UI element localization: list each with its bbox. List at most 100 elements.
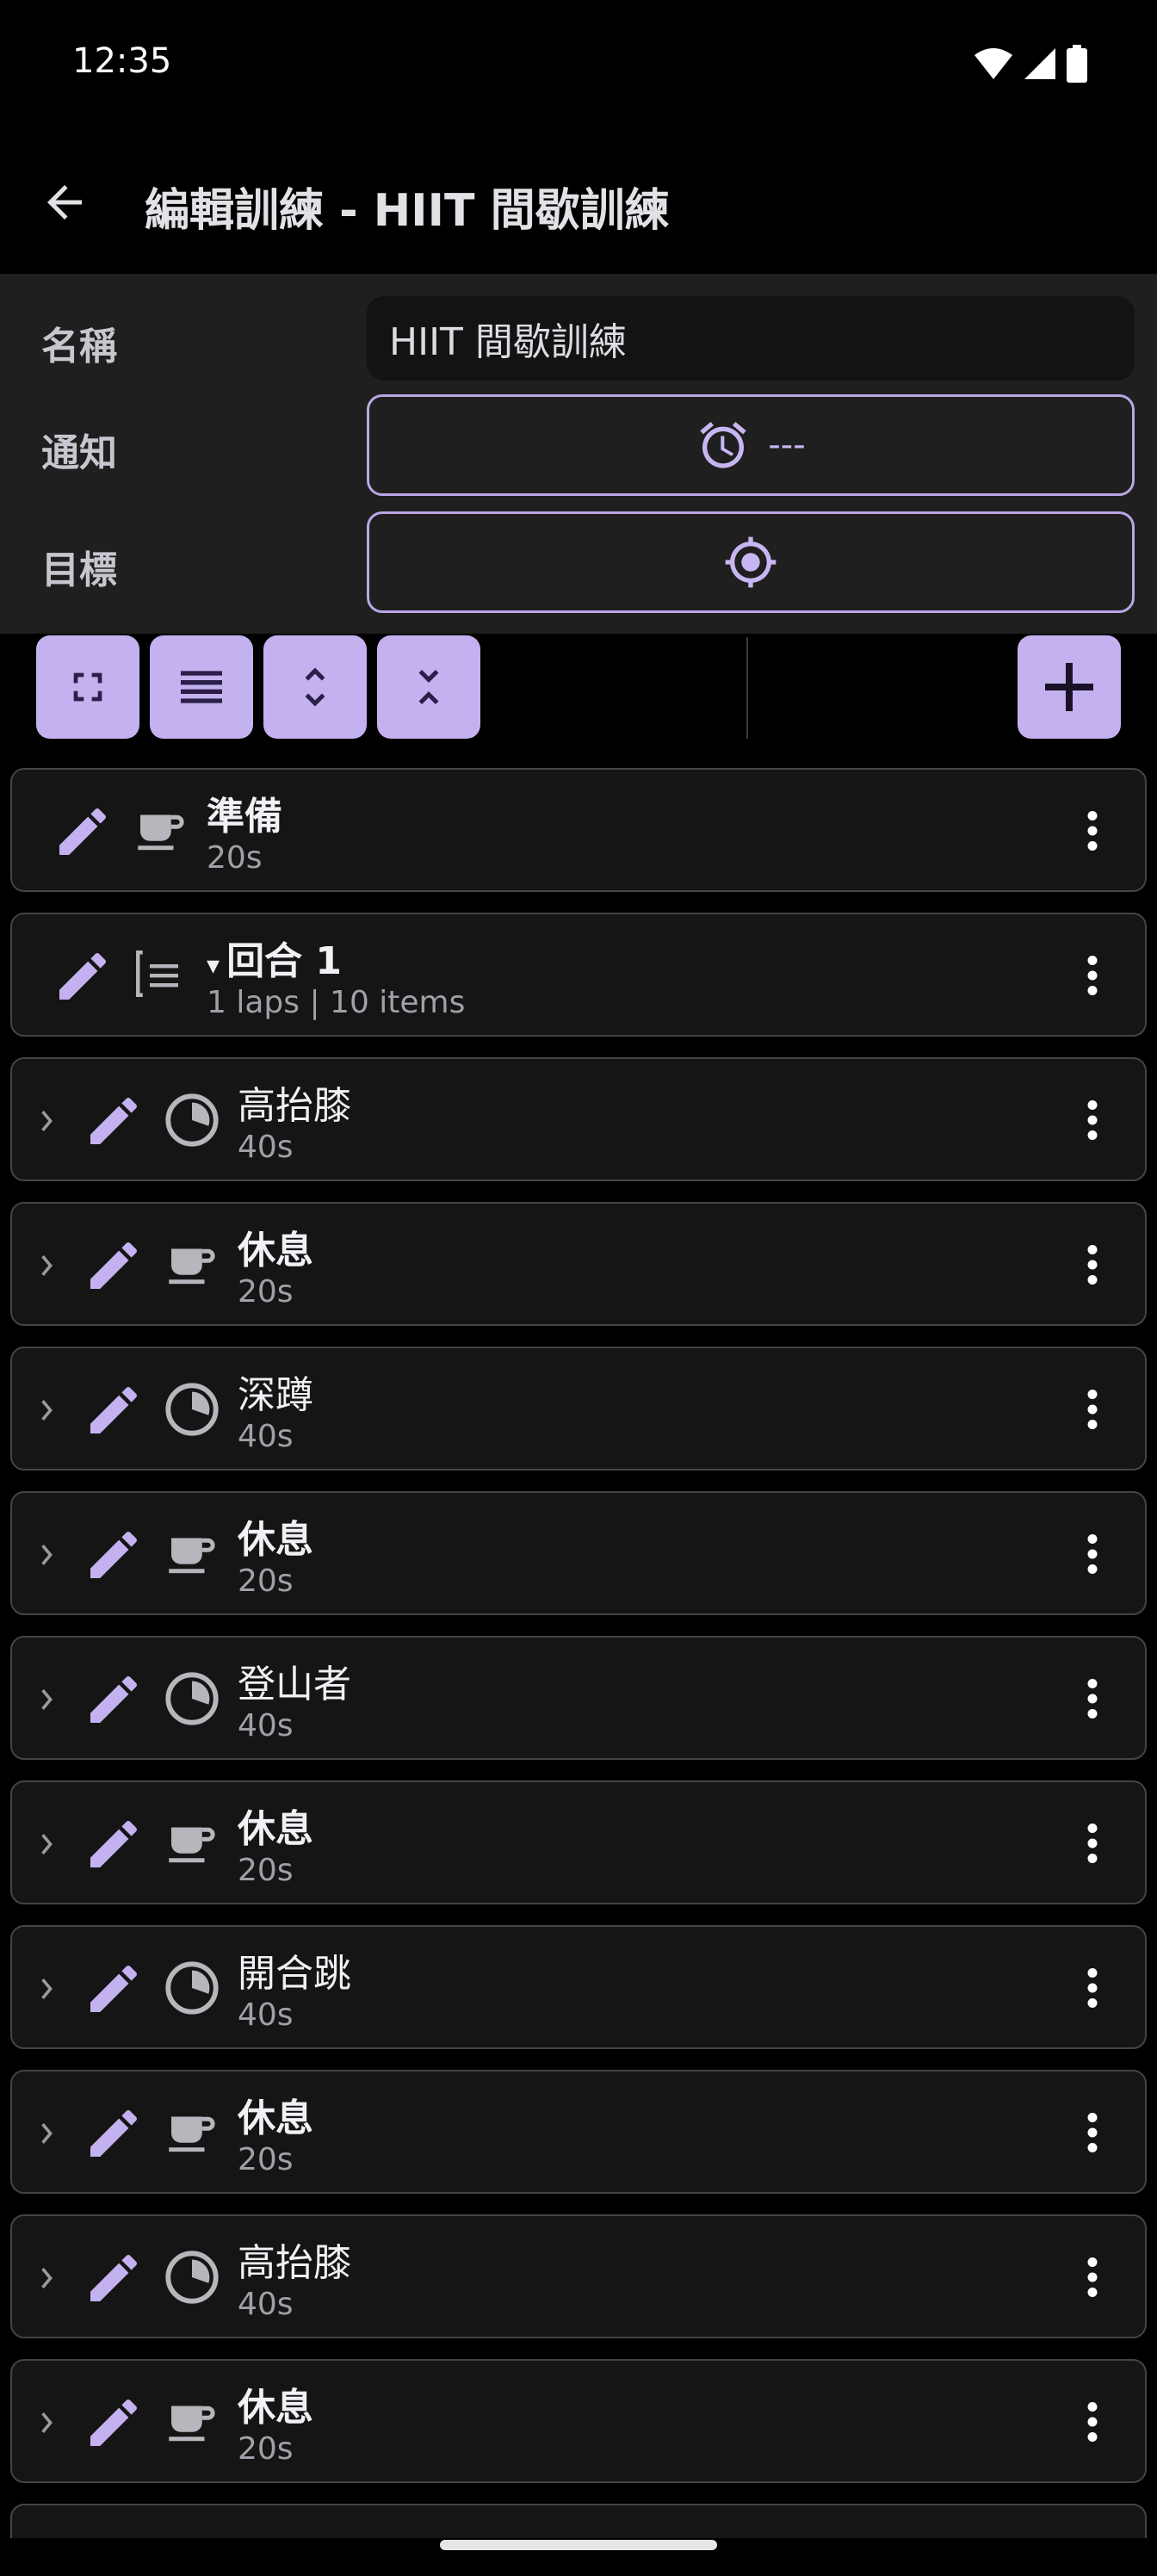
plus-icon	[1045, 663, 1093, 711]
pie-timer-icon	[162, 2247, 222, 2311]
list-item[interactable]	[10, 2504, 1147, 2538]
collapse-all-button[interactable]	[377, 635, 480, 739]
list-item[interactable]: 開合跳 40s	[10, 1925, 1147, 2049]
item-title: 開合跳	[238, 1942, 351, 1997]
item-title: 登山者	[238, 1653, 351, 1708]
status-icons	[973, 45, 1088, 83]
chevron-right-icon[interactable]	[38, 1539, 57, 1574]
chevron-right-icon[interactable]	[38, 2263, 57, 2297]
unfold-less-icon	[418, 670, 439, 704]
more-vert-icon[interactable]	[1062, 945, 1123, 1006]
item-title: 休息	[238, 1219, 313, 1274]
item-subtitle: 20s	[238, 2142, 294, 2177]
item-subtitle: 40s	[238, 1419, 294, 1454]
reorder-button[interactable]	[150, 635, 253, 739]
edit-pencil-icon[interactable]	[83, 2392, 145, 2457]
chevron-right-icon[interactable]	[38, 2407, 57, 2442]
item-title-text: 休息	[238, 1518, 313, 1562]
chevron-right-icon[interactable]	[38, 2118, 57, 2152]
list-icon	[131, 945, 188, 1006]
name-label: 名稱	[41, 325, 117, 368]
edit-pencil-icon[interactable]	[52, 801, 114, 866]
back-button[interactable]	[26, 164, 103, 241]
edit-pencil-icon[interactable]	[52, 945, 114, 1011]
item-title: 準備	[207, 785, 282, 840]
item-title-text: 開合跳	[238, 1952, 351, 1996]
name-input[interactable]: HIIT 間歇訓練	[367, 296, 1135, 381]
chevron-right-icon[interactable]	[38, 1395, 57, 1429]
pie-timer-icon	[162, 1669, 222, 1732]
status-bar: 12:35	[0, 0, 1157, 129]
crosshair-icon	[725, 536, 776, 588]
more-vert-icon[interactable]	[1062, 1669, 1123, 1729]
item-title-text: 休息	[238, 2096, 313, 2140]
item-title: 深蹲	[238, 1364, 313, 1419]
target-button[interactable]	[367, 511, 1135, 613]
more-vert-icon[interactable]	[1062, 1813, 1123, 1873]
arrow-back-icon	[47, 185, 82, 220]
coffee-cup-icon	[131, 801, 188, 861]
chevron-right-icon[interactable]	[38, 1250, 57, 1285]
chevron-right-icon[interactable]	[38, 1684, 57, 1718]
expanded-marker-icon: ▾	[207, 951, 220, 981]
alarm-icon	[700, 421, 747, 468]
status-time: 12:35	[72, 41, 172, 81]
edit-pencil-icon[interactable]	[83, 1813, 145, 1879]
more-vert-icon[interactable]	[1062, 1235, 1123, 1295]
page-title: 編輯訓練 - HIIT 間歇訓練	[145, 185, 670, 237]
workout-form: 名稱 HIIT 間歇訓練 通知 --- 目標	[0, 274, 1157, 634]
list-item[interactable]: 休息 20s	[10, 1780, 1147, 1904]
more-vert-icon[interactable]	[1062, 1090, 1123, 1150]
item-title-text: 深蹲	[238, 1373, 313, 1417]
notify-button[interactable]: ---	[367, 394, 1135, 496]
home-indicator[interactable]	[440, 2540, 717, 2550]
item-subtitle: 40s	[238, 1708, 294, 1743]
edit-pencil-icon[interactable]	[83, 1524, 145, 1589]
edit-pencil-icon[interactable]	[83, 2247, 145, 2313]
list-item[interactable]: 休息 20s	[10, 2359, 1147, 2483]
list-item[interactable]: 準備 20s	[10, 768, 1147, 892]
reorder-icon	[181, 671, 222, 703]
list-item[interactable]: 深蹲 40s	[10, 1347, 1147, 1471]
list-item[interactable]: 高抬膝 40s	[10, 2214, 1147, 2338]
more-vert-icon[interactable]	[1062, 1379, 1123, 1440]
edit-pencil-icon[interactable]	[83, 1669, 145, 1734]
more-vert-icon[interactable]	[1062, 2102, 1123, 2163]
more-vert-icon[interactable]	[1062, 1958, 1123, 2018]
coffee-cup-icon	[162, 1235, 219, 1295]
pie-timer-icon	[162, 1379, 222, 1443]
toolbar-divider	[746, 637, 748, 739]
item-title-text: 休息	[238, 1229, 313, 1273]
chevron-right-icon[interactable]	[38, 1973, 57, 2008]
item-subtitle: 40s	[238, 1130, 294, 1165]
item-subtitle: 20s	[238, 1274, 294, 1310]
coffee-cup-icon	[162, 1524, 219, 1584]
edit-pencil-icon[interactable]	[83, 1090, 145, 1155]
item-title-text: 休息	[238, 2386, 313, 2430]
fullscreen-button[interactable]	[36, 635, 139, 739]
list-item[interactable]: 高抬膝 40s	[10, 1057, 1147, 1181]
list-item[interactable]: 休息 20s	[10, 1202, 1147, 1326]
more-vert-icon[interactable]	[1062, 1524, 1123, 1584]
item-subtitle: 20s	[207, 840, 263, 876]
list-item[interactable]: 登山者 40s	[10, 1636, 1147, 1760]
edit-pencil-icon[interactable]	[83, 1958, 145, 2023]
list-item[interactable]: 休息 20s	[10, 1491, 1147, 1615]
item-title-text: 回合 1	[226, 939, 342, 983]
item-title: 休息	[238, 1508, 313, 1564]
more-vert-icon[interactable]	[1062, 2392, 1123, 2452]
chevron-right-icon[interactable]	[38, 1105, 57, 1140]
add-button[interactable]	[1018, 635, 1121, 739]
item-title: 高抬膝	[238, 1074, 351, 1130]
edit-pencil-icon[interactable]	[83, 2102, 145, 2168]
expand-all-button[interactable]	[263, 635, 367, 739]
chevron-right-icon[interactable]	[38, 1829, 57, 1863]
list-item[interactable]: ▾ 回合 11 laps | 10 items	[10, 913, 1147, 1037]
item-subtitle: 20s	[238, 1853, 294, 1888]
edit-pencil-icon[interactable]	[83, 1379, 145, 1445]
edit-pencil-icon[interactable]	[83, 1235, 145, 1300]
more-vert-icon[interactable]	[1062, 801, 1123, 861]
more-vert-icon[interactable]	[1062, 2247, 1123, 2307]
list-item[interactable]: 休息 20s	[10, 2070, 1147, 2194]
item-title-text: 高抬膝	[238, 2241, 351, 2285]
